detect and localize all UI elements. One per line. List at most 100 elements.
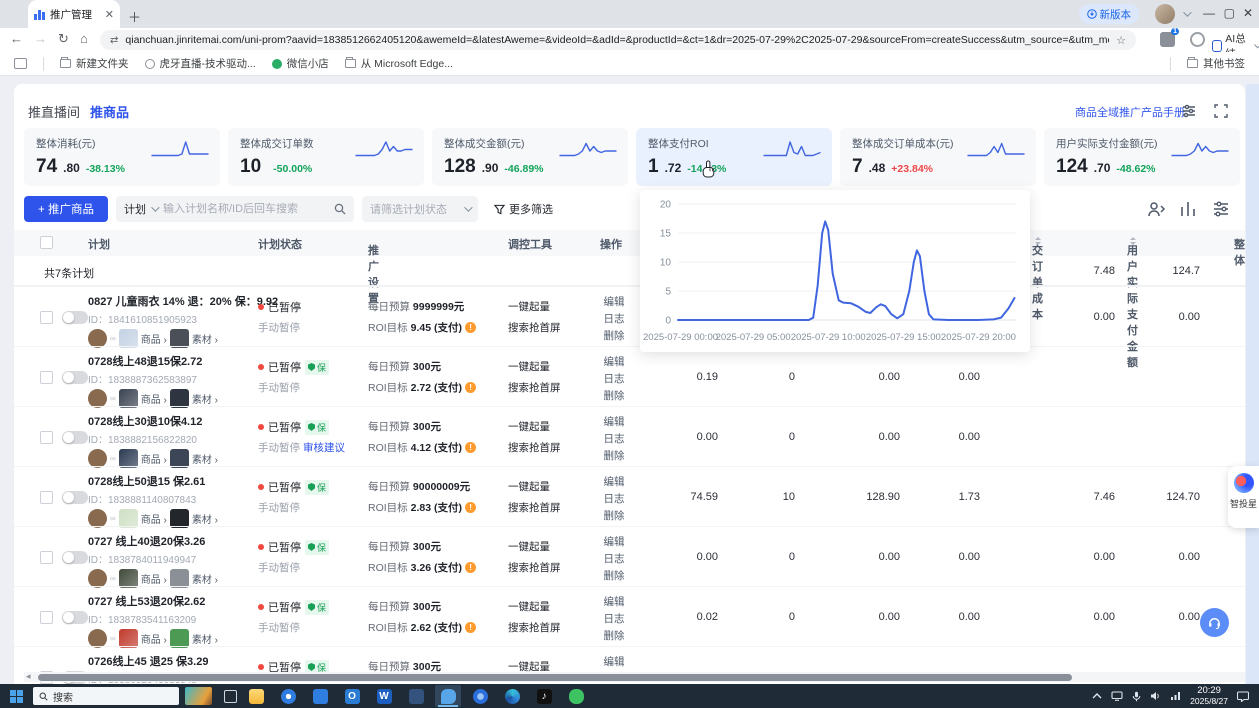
review-suggestion-link[interactable]: 审核建议 (303, 442, 345, 454)
tray-network-icon[interactable] (1170, 691, 1181, 701)
taskbar-app-chrome[interactable] (275, 685, 301, 707)
search-top-screen-link[interactable]: 搜索抢首屏 (508, 500, 598, 515)
edit-link[interactable]: 编辑 (596, 474, 632, 489)
more-filters-button[interactable]: 更多筛选 (494, 201, 553, 217)
product-link[interactable]: 商品 › (141, 631, 167, 646)
create-promotion-button[interactable]: + 推广商品 (24, 196, 108, 222)
tab-live-room[interactable]: 推直播间 (28, 102, 80, 121)
row-checkbox[interactable] (40, 371, 53, 384)
tray-monitor-icon[interactable] (1111, 691, 1123, 701)
site-info-icon[interactable]: ⇄ (110, 35, 118, 46)
taskbar-app-browser[interactable] (467, 685, 493, 707)
taskbar-app-word[interactable]: W (371, 685, 397, 707)
search-top-screen-link[interactable]: 搜索抢首屏 (508, 440, 598, 455)
material-link[interactable]: 素材 › (192, 571, 218, 586)
new-version-button[interactable]: 新版本 (1079, 4, 1140, 24)
search-top-screen-link[interactable]: 搜索抢首屏 (508, 620, 598, 635)
plan-title[interactable]: 0727 线上53退20保2.62 (88, 593, 263, 609)
one-key-boost-link[interactable]: 一键起量 (508, 539, 598, 554)
search-top-screen-link[interactable]: 搜索抢首屏 (508, 320, 598, 335)
plan-title[interactable]: 0728线上50退15 保2.61 (88, 473, 263, 489)
material-link[interactable]: 素材 › (192, 331, 218, 346)
window-close-button[interactable]: ✕ (1243, 6, 1253, 20)
bookmark-star-icon[interactable]: ☆ (1116, 34, 1126, 47)
browser-tab[interactable]: 推广管理 ✕ (28, 0, 120, 28)
plan-status-select[interactable]: 请筛选计划状态 (362, 196, 478, 222)
one-key-boost-link[interactable]: 一键起量 (508, 479, 598, 494)
info-icon[interactable]: ! (465, 322, 476, 333)
taskbar-app-douyin[interactable]: ♪ (531, 685, 557, 707)
info-icon[interactable]: ! (465, 442, 476, 453)
edit-link[interactable]: 编辑 (596, 294, 632, 309)
bookmark-item[interactable]: 从 Microsoft Edge... (345, 56, 453, 71)
stat-card-cost[interactable]: 整体消耗(元) 74.80-38.13% (24, 128, 220, 186)
taskbar-app-teams[interactable] (403, 685, 429, 707)
edit-link[interactable]: 编辑 (596, 654, 632, 669)
start-button[interactable] (10, 690, 23, 703)
edit-link[interactable]: 编辑 (596, 534, 632, 549)
home-icon[interactable]: ⌂ (80, 31, 88, 46)
info-icon[interactable]: ! (465, 382, 476, 393)
stat-card-order-cost[interactable]: 整体成交订单成本(元) 7.48+23.84% (840, 128, 1036, 186)
forward-icon[interactable]: → (34, 31, 47, 46)
material-link[interactable]: 素材 › (192, 391, 218, 406)
row-enable-toggle[interactable] (62, 551, 88, 564)
col-header-tools[interactable]: 调控工具 (508, 236, 552, 252)
log-link[interactable]: 日志 (596, 611, 632, 626)
plan-search-input[interactable] (163, 203, 328, 215)
taskbar-app-outlook[interactable]: O (339, 685, 365, 707)
one-key-boost-link[interactable]: 一键起量 (508, 419, 598, 434)
profile-chevron-icon[interactable] (1183, 8, 1191, 16)
bookmark-item[interactable]: 虎牙直播-技术驱动... (145, 56, 256, 71)
side-panel-icon[interactable] (14, 58, 27, 69)
search-scope-select[interactable]: 计划 (124, 201, 157, 217)
taskbar-app-wechat[interactable] (563, 685, 589, 707)
taskbar-app-store[interactable] (307, 685, 333, 707)
product-manual-link[interactable]: 商品全域推广产品手册 (1075, 104, 1185, 120)
log-link[interactable]: 日志 (596, 371, 632, 386)
col-header-plan[interactable]: 计划 (88, 236, 110, 252)
tab-close-icon[interactable]: ✕ (105, 8, 114, 21)
one-key-boost-link[interactable]: 一键起量 (508, 299, 598, 314)
search-top-screen-link[interactable]: 搜索抢首屏 (508, 380, 598, 395)
widgets-weather-thumbnail[interactable] (185, 687, 212, 705)
url-omnibox[interactable]: ⇄ qianchuan.jinritemai.com/uni-prom?aavi… (100, 30, 1136, 50)
fullscreen-icon[interactable] (1212, 102, 1230, 120)
export-icon[interactable] (1145, 198, 1167, 220)
log-link[interactable]: 日志 (596, 311, 632, 326)
tray-volume-icon[interactable] (1150, 691, 1161, 701)
notification-icon[interactable] (1237, 691, 1249, 702)
row-enable-toggle[interactable] (62, 371, 88, 384)
taskbar-search-box[interactable]: 搜索 (33, 687, 179, 705)
log-link[interactable]: 日志 (596, 491, 632, 506)
row-enable-toggle[interactable] (62, 611, 88, 624)
row-checkbox[interactable] (40, 491, 53, 504)
customer-service-button[interactable] (1200, 608, 1229, 637)
plan-title[interactable]: 0728线上30退10保4.12 (88, 413, 263, 429)
material-link[interactable]: 素材 › (192, 451, 218, 466)
tray-chevron-up-icon[interactable] (1092, 692, 1102, 700)
metric-settings-icon[interactable] (1180, 102, 1198, 120)
row-checkbox[interactable] (40, 431, 53, 444)
edit-link[interactable]: 编辑 (596, 414, 632, 429)
one-key-boost-link[interactable]: 一键起量 (508, 599, 598, 614)
delete-link[interactable]: 删除 (596, 388, 632, 403)
new-tab-button[interactable]: ＋ (128, 7, 141, 26)
row-enable-toggle[interactable] (62, 491, 88, 504)
info-icon[interactable]: ! (465, 562, 476, 573)
edit-link[interactable]: 编辑 (596, 594, 632, 609)
browser-profile-avatar[interactable] (1155, 4, 1175, 24)
product-link[interactable]: 商品 › (141, 511, 167, 526)
window-maximize-button[interactable]: ▢ (1224, 6, 1235, 20)
info-icon[interactable]: ! (465, 502, 476, 513)
taskbar-app-file-explorer[interactable] (243, 685, 269, 707)
extension-vpn-icon[interactable]: 1 (1160, 32, 1175, 47)
taskbar-clock[interactable]: 20:29 2025/8/27 (1190, 686, 1228, 707)
one-key-boost-link[interactable]: 一键起量 (508, 359, 598, 374)
other-bookmarks-button[interactable]: 其他书签 (1187, 56, 1245, 71)
scrollbar-thumb[interactable] (38, 674, 1072, 681)
edit-link[interactable]: 编辑 (596, 354, 632, 369)
product-link[interactable]: 商品 › (141, 391, 167, 406)
stat-card-paid-amount[interactable]: 用户实际支付金额(元) 124.70-48.62% (1044, 128, 1240, 186)
search-icon[interactable] (334, 203, 346, 215)
